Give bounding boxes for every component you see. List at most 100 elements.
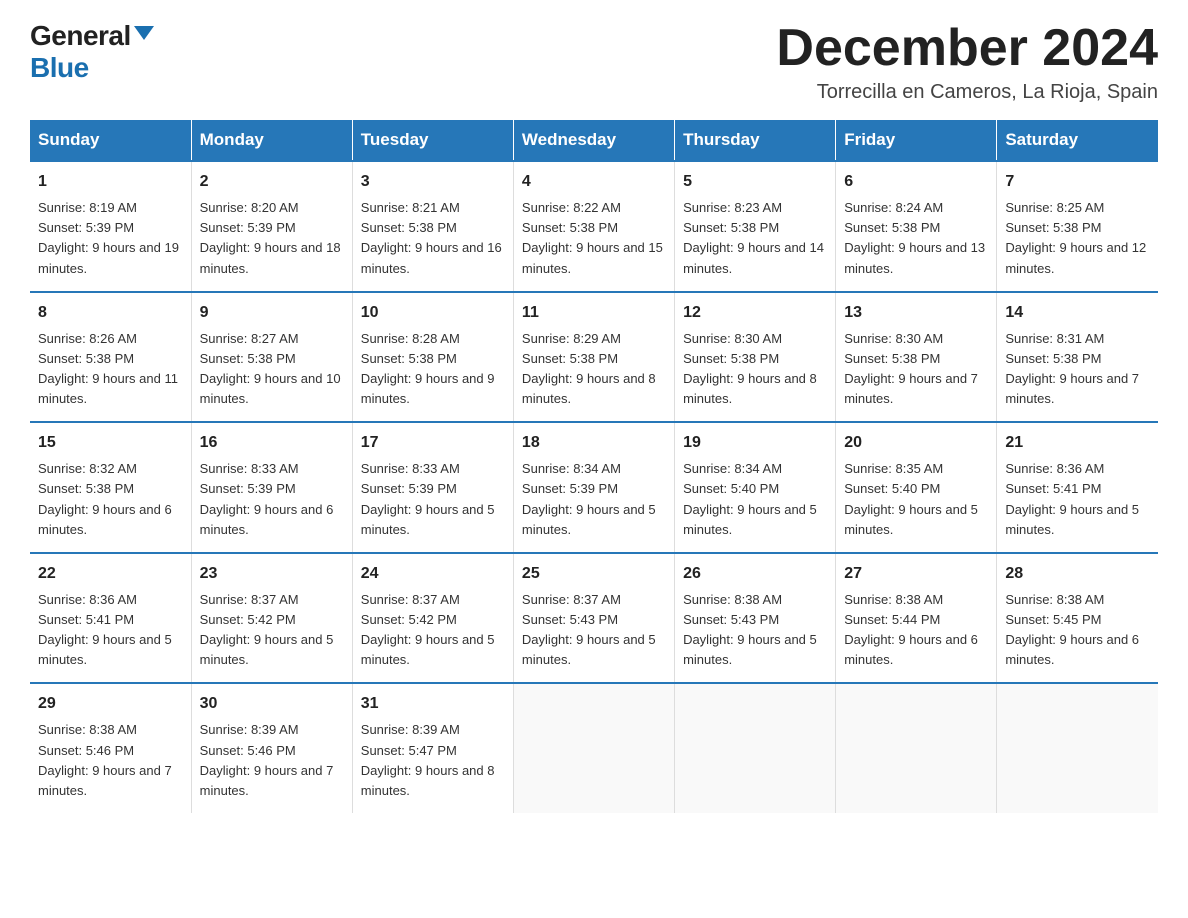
day-number: 24 [361,562,505,586]
day-sun-info: Sunrise: 8:31 AMSunset: 5:38 PMDaylight:… [1005,329,1150,410]
calendar-cell: 7 Sunrise: 8:25 AMSunset: 5:38 PMDaylight… [997,161,1158,292]
calendar-week-row: 1Sunrise: 8:19 AMSunset: 5:39 PMDaylight… [30,161,1158,292]
day-sun-info: Sunrise: 8:38 AMSunset: 5:46 PMDaylight:… [38,720,183,801]
day-sun-info: Sunrise: 8:30 AMSunset: 5:38 PMDaylight:… [683,329,827,410]
header-friday: Friday [836,120,997,161]
day-sun-info: Sunrise: 8:38 AMSunset: 5:45 PMDaylight:… [1005,590,1150,671]
day-sun-info: Sunrise: 8:27 AMSunset: 5:38 PMDaylight:… [200,329,344,410]
day-sun-info: Sunrise: 8:33 AMSunset: 5:39 PMDaylight:… [200,459,344,540]
calendar-cell: 22Sunrise: 8:36 AMSunset: 5:41 PMDayligh… [30,553,191,684]
month-title: December 2024 [776,20,1158,77]
day-sun-info: Sunrise: 8:29 AMSunset: 5:38 PMDaylight:… [522,329,666,410]
day-number: 11 [522,301,666,325]
day-number: 28 [1005,562,1150,586]
calendar-cell [675,683,836,813]
calendar-cell: 24 Sunrise: 8:37 AMSunset: 5:42 PMDayligh… [352,553,513,684]
calendar-cell: 18Sunrise: 8:34 AMSunset: 5:39 PMDayligh… [513,422,674,553]
day-number: 21 [1005,431,1150,455]
header-wednesday: Wednesday [513,120,674,161]
calendar-cell: 4 Sunrise: 8:22 AMSunset: 5:38 PMDaylight… [513,161,674,292]
location-subtitle: Torrecilla en Cameros, La Rioja, Spain [776,81,1158,104]
calendar-cell: 2 Sunrise: 8:20 AMSunset: 5:39 PMDaylight… [191,161,352,292]
calendar-cell [513,683,674,813]
day-sun-info: Sunrise: 8:26 AMSunset: 5:38 PMDaylight:… [38,329,183,410]
day-number: 27 [844,562,988,586]
calendar-cell: 16 Sunrise: 8:33 AMSunset: 5:39 PMDayligh… [191,422,352,553]
calendar-week-row: 29 Sunrise: 8:38 AMSunset: 5:46 PMDayligh… [30,683,1158,813]
day-sun-info: Sunrise: 8:39 AMSunset: 5:46 PMDaylight:… [200,720,344,801]
day-sun-info: Sunrise: 8:38 AMSunset: 5:44 PMDaylight:… [844,590,988,671]
day-sun-info: Sunrise: 8:39 AMSunset: 5:47 PMDaylight:… [361,720,505,801]
calendar-cell: 17 Sunrise: 8:33 AMSunset: 5:39 PMDayligh… [352,422,513,553]
calendar-cell: 10Sunrise: 8:28 AMSunset: 5:38 PMDayligh… [352,292,513,423]
day-number: 1 [38,170,183,194]
day-number: 20 [844,431,988,455]
day-sun-info: Sunrise: 8:34 AMSunset: 5:39 PMDaylight:… [522,459,666,540]
day-number: 26 [683,562,827,586]
day-sun-info: Sunrise: 8:36 AMSunset: 5:41 PMDaylight:… [1005,459,1150,540]
day-number: 25 [522,562,666,586]
day-number: 4 [522,170,666,194]
calendar-cell [997,683,1158,813]
day-sun-info: Sunrise: 8:25 AMSunset: 5:38 PMDaylight:… [1005,198,1150,279]
day-number: 23 [200,562,344,586]
day-sun-info: Sunrise: 8:32 AMSunset: 5:38 PMDaylight:… [38,459,183,540]
calendar-cell: 5 Sunrise: 8:23 AMSunset: 5:38 PMDaylight… [675,161,836,292]
day-sun-info: Sunrise: 8:28 AMSunset: 5:38 PMDaylight:… [361,329,505,410]
calendar-cell: 14 Sunrise: 8:31 AMSunset: 5:38 PMDayligh… [997,292,1158,423]
title-section: December 2024 Torrecilla en Cameros, La … [776,20,1158,104]
day-number: 22 [38,562,183,586]
day-number: 3 [361,170,505,194]
calendar-cell: 28 Sunrise: 8:38 AMSunset: 5:45 PMDayligh… [997,553,1158,684]
calendar-cell: 6Sunrise: 8:24 AMSunset: 5:38 PMDaylight… [836,161,997,292]
calendar-cell: 11 Sunrise: 8:29 AMSunset: 5:38 PMDayligh… [513,292,674,423]
calendar-cell: 21 Sunrise: 8:36 AMSunset: 5:41 PMDayligh… [997,422,1158,553]
header-sunday: Sunday [30,120,191,161]
calendar-cell: 31Sunrise: 8:39 AMSunset: 5:47 PMDayligh… [352,683,513,813]
day-number: 17 [361,431,505,455]
header-saturday: Saturday [997,120,1158,161]
day-sun-info: Sunrise: 8:20 AMSunset: 5:39 PMDaylight:… [200,198,344,279]
day-sun-info: Sunrise: 8:23 AMSunset: 5:38 PMDaylight:… [683,198,827,279]
calendar-cell: 19Sunrise: 8:34 AMSunset: 5:40 PMDayligh… [675,422,836,553]
calendar-cell: 25 Sunrise: 8:37 AMSunset: 5:43 PMDayligh… [513,553,674,684]
calendar-week-row: 22Sunrise: 8:36 AMSunset: 5:41 PMDayligh… [30,553,1158,684]
day-number: 5 [683,170,827,194]
day-sun-info: Sunrise: 8:37 AMSunset: 5:43 PMDaylight:… [522,590,666,671]
day-number: 7 [1005,170,1150,194]
logo-general-text: General [30,20,131,52]
day-sun-info: Sunrise: 8:30 AMSunset: 5:38 PMDaylight:… [844,329,988,410]
day-sun-info: Sunrise: 8:22 AMSunset: 5:38 PMDaylight:… [522,198,666,279]
calendar-cell: 27 Sunrise: 8:38 AMSunset: 5:44 PMDayligh… [836,553,997,684]
calendar-header-row: SundayMondayTuesdayWednesdayThursdayFrid… [30,120,1158,161]
day-number: 30 [200,692,344,716]
day-sun-info: Sunrise: 8:37 AMSunset: 5:42 PMDaylight:… [361,590,505,671]
page-header: General Blue December 2024 Torrecilla en… [30,20,1158,104]
calendar-cell: 29 Sunrise: 8:38 AMSunset: 5:46 PMDayligh… [30,683,191,813]
day-number: 8 [38,301,183,325]
day-number: 29 [38,692,183,716]
calendar-cell: 13 Sunrise: 8:30 AMSunset: 5:38 PMDayligh… [836,292,997,423]
header-thursday: Thursday [675,120,836,161]
calendar-cell [836,683,997,813]
day-number: 6 [844,170,988,194]
day-number: 2 [200,170,344,194]
calendar-cell: 20Sunrise: 8:35 AMSunset: 5:40 PMDayligh… [836,422,997,553]
logo: General Blue [30,20,154,84]
logo-blue-text: Blue [30,52,89,84]
day-sun-info: Sunrise: 8:21 AMSunset: 5:38 PMDaylight:… [361,198,505,279]
calendar-cell: 26Sunrise: 8:38 AMSunset: 5:43 PMDayligh… [675,553,836,684]
day-sun-info: Sunrise: 8:33 AMSunset: 5:39 PMDaylight:… [361,459,505,540]
day-sun-info: Sunrise: 8:37 AMSunset: 5:42 PMDaylight:… [200,590,344,671]
day-number: 16 [200,431,344,455]
calendar-cell: 9 Sunrise: 8:27 AMSunset: 5:38 PMDaylight… [191,292,352,423]
day-number: 9 [200,301,344,325]
day-number: 13 [844,301,988,325]
day-number: 19 [683,431,827,455]
day-number: 14 [1005,301,1150,325]
header-monday: Monday [191,120,352,161]
calendar-week-row: 15Sunrise: 8:32 AMSunset: 5:38 PMDayligh… [30,422,1158,553]
header-tuesday: Tuesday [352,120,513,161]
calendar-cell: 23 Sunrise: 8:37 AMSunset: 5:42 PMDayligh… [191,553,352,684]
calendar-cell: 15Sunrise: 8:32 AMSunset: 5:38 PMDayligh… [30,422,191,553]
